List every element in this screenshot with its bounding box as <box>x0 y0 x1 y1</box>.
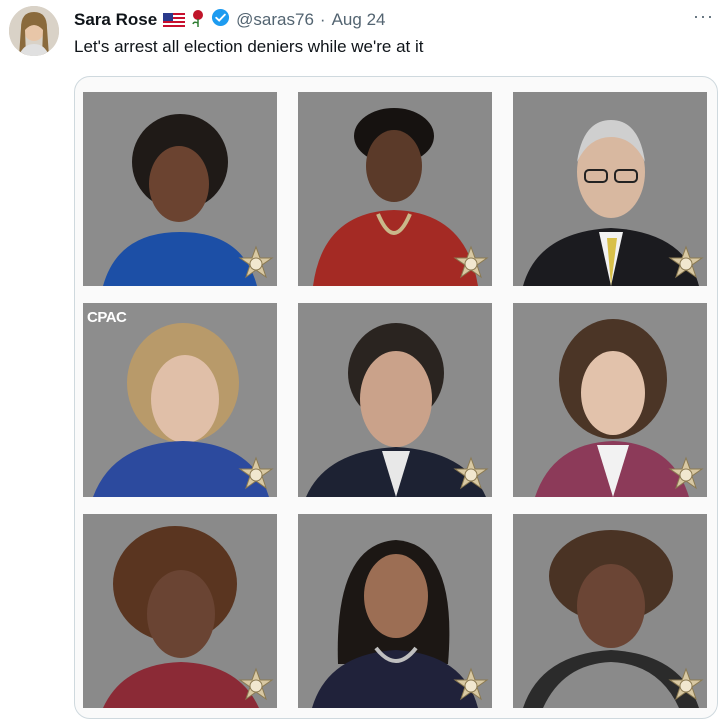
sheriff-badge-icon <box>237 667 275 705</box>
sheriff-badge-icon <box>237 456 275 494</box>
grid-photo-9[interactable] <box>513 514 707 708</box>
media-grid[interactable]: CPAC <box>74 76 718 719</box>
grid-photo-6[interactable] <box>513 303 707 497</box>
grid-photo-2[interactable] <box>298 92 492 286</box>
rose-icon <box>191 9 205 31</box>
sheriff-badge-icon <box>452 456 490 494</box>
grid-photo-4[interactable]: CPAC <box>83 303 277 497</box>
sheriff-badge-icon <box>237 245 275 283</box>
grid-photo-7[interactable] <box>83 514 277 708</box>
tweet-date[interactable]: Aug 24 <box>332 10 386 30</box>
grid-photo-8[interactable] <box>298 514 492 708</box>
tweet-header: Sara Rose @saras76 · Aug 24 <box>74 8 386 32</box>
sheriff-badge-icon <box>667 667 705 705</box>
tweet-text: Let's arrest all election deniers while … <box>74 37 424 56</box>
cpac-logo: CPAC <box>87 309 127 326</box>
author-avatar[interactable] <box>9 6 59 56</box>
sheriff-badge-icon <box>667 456 705 494</box>
grid-photo-5[interactable] <box>298 303 492 497</box>
author-handle[interactable]: @saras76 <box>236 10 314 30</box>
us-flag-icon <box>163 12 186 28</box>
sheriff-badge-icon <box>452 667 490 705</box>
more-options-icon[interactable]: ··· <box>693 6 714 27</box>
grid-photo-3[interactable] <box>513 92 707 286</box>
header-separator: · <box>319 10 326 29</box>
sheriff-badge-icon <box>452 245 490 283</box>
sheriff-badge-icon <box>667 245 705 283</box>
author-name[interactable]: Sara Rose <box>74 10 157 30</box>
verified-badge-icon <box>211 8 230 32</box>
grid-photo-1[interactable] <box>83 92 277 286</box>
